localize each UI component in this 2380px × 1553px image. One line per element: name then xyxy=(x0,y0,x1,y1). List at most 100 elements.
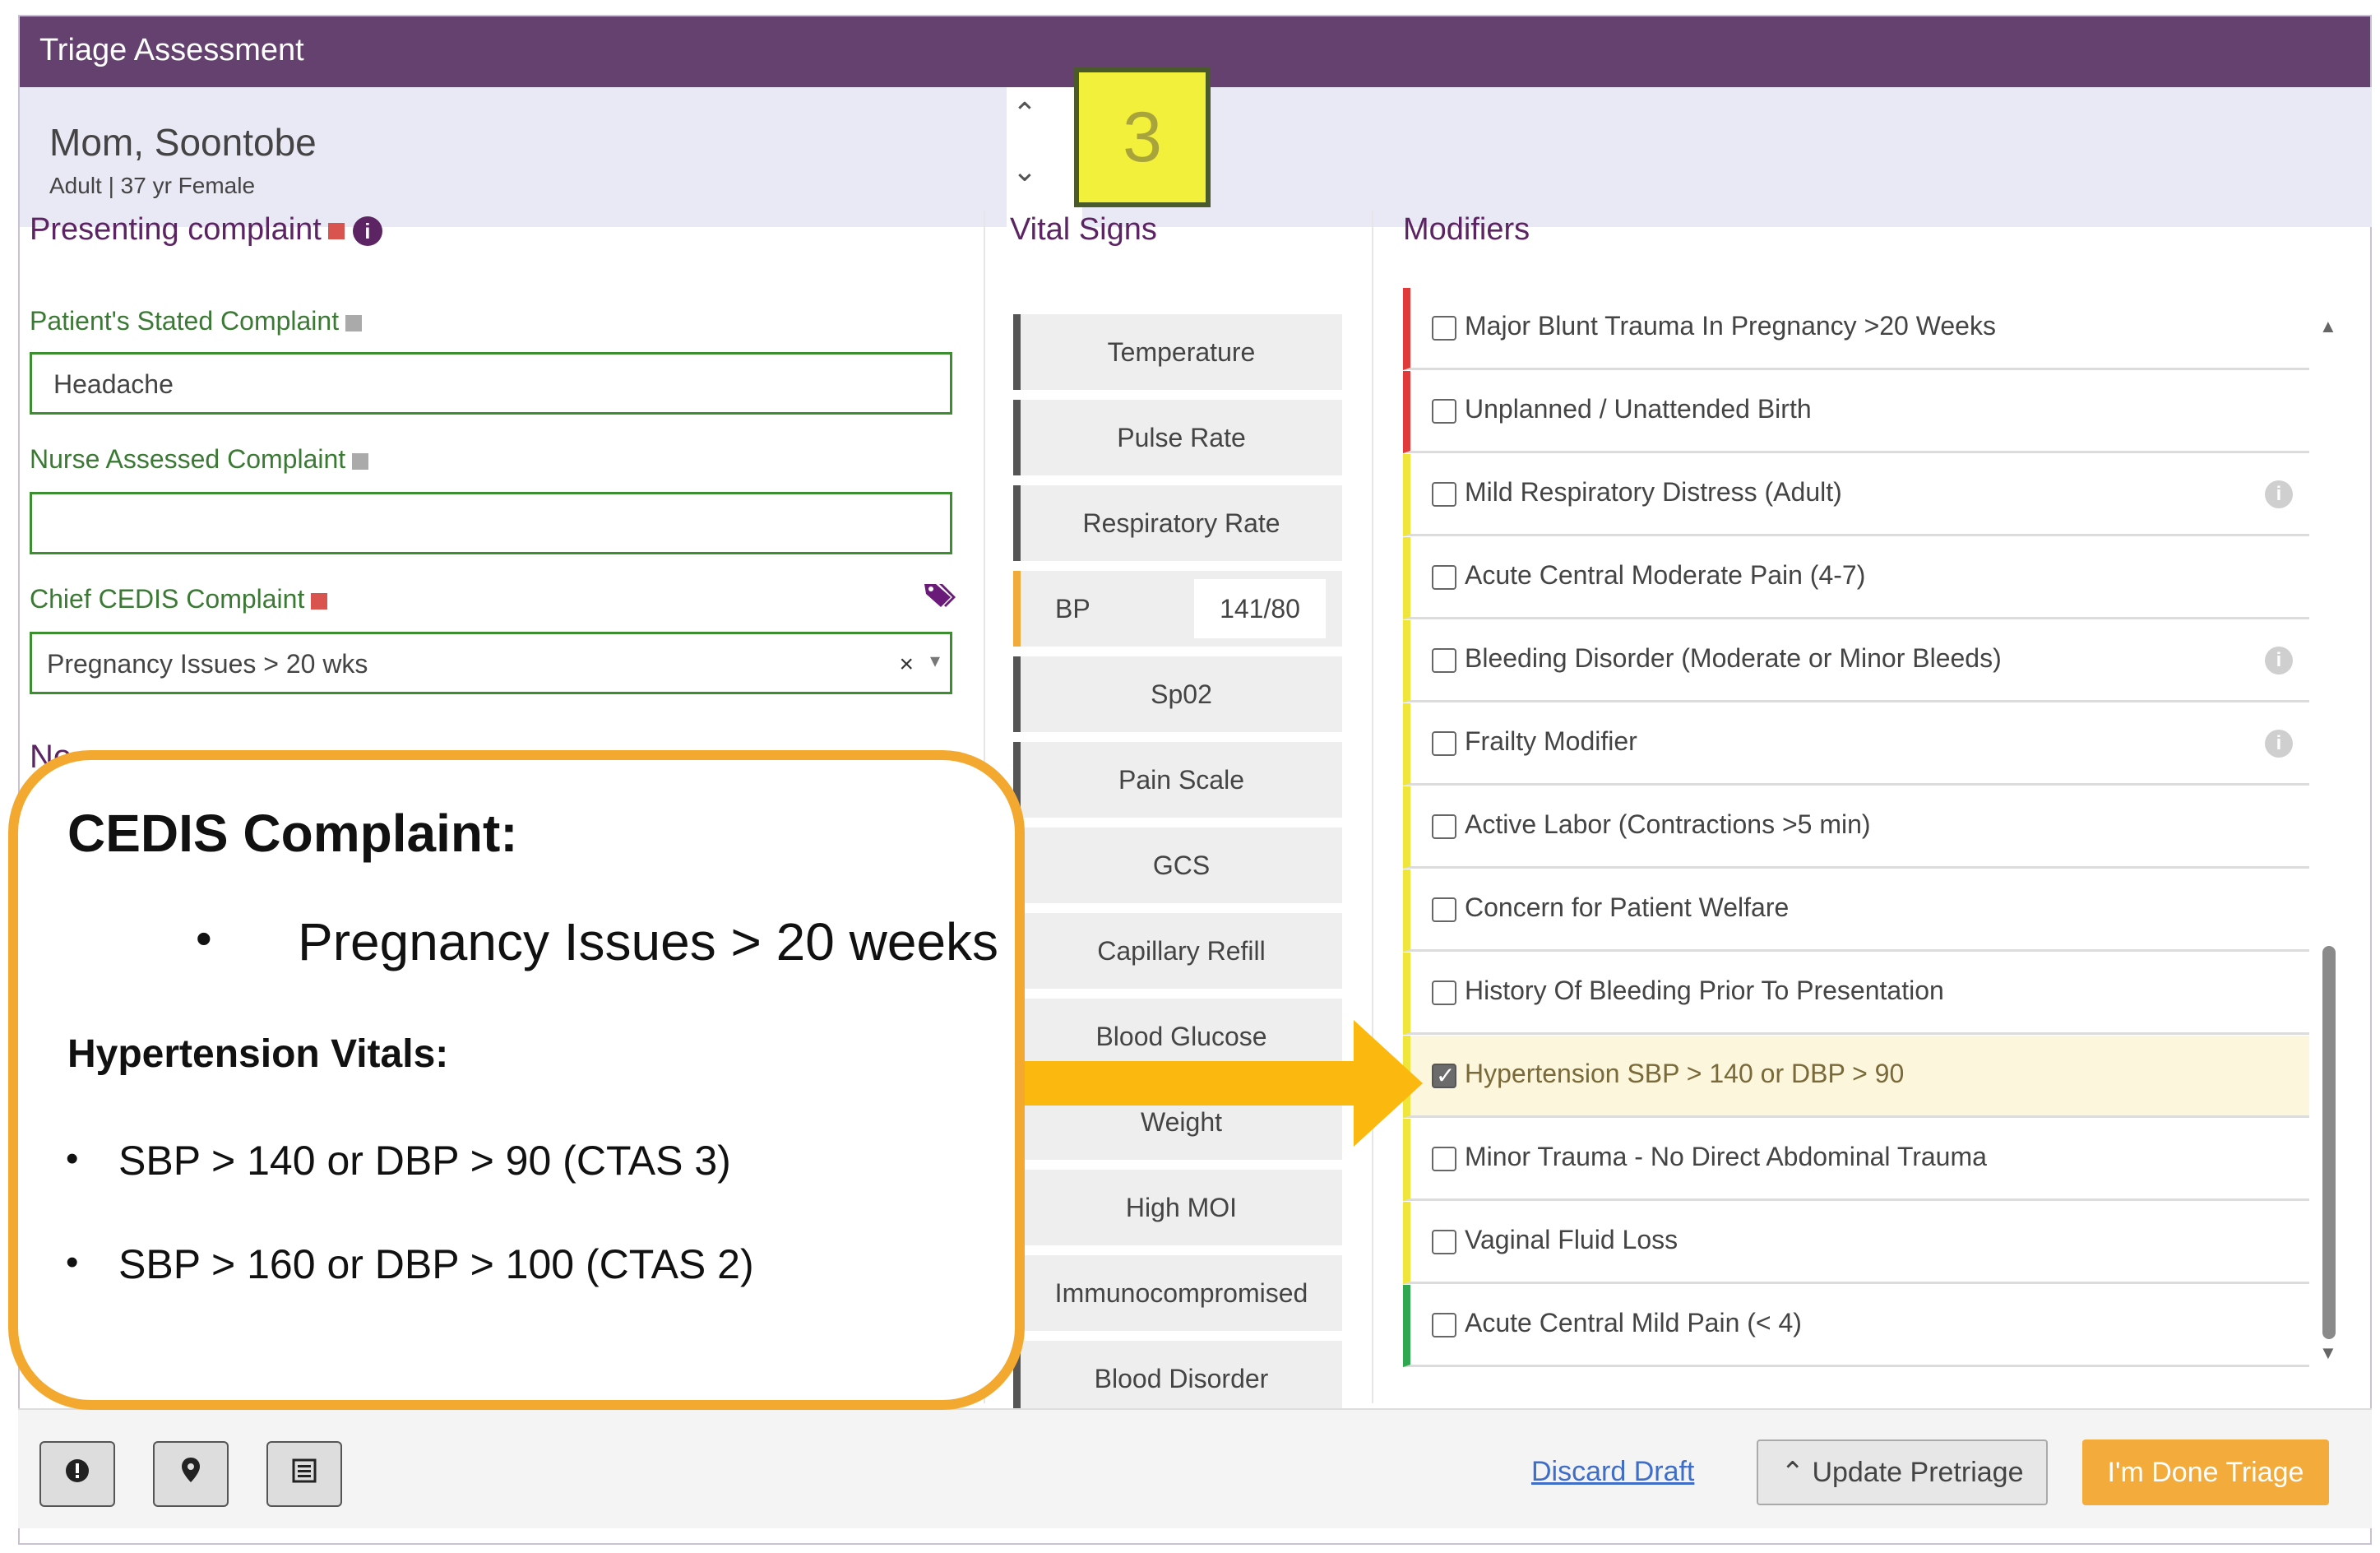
vital-sign-capillary-refill[interactable]: Capillary Refill xyxy=(1013,913,1342,989)
checkbox[interactable] xyxy=(1432,316,1456,341)
annotation-callout: CEDIS Complaint: • Pregnancy Issues > 20… xyxy=(8,750,1025,1410)
modifier-label: Acute Central Mild Pain (< 4) xyxy=(1465,1308,1802,1337)
modifier-row[interactable]: Major Blunt Trauma In Pregnancy >20 Week… xyxy=(1403,288,2309,370)
modifier-row[interactable]: Acute Central Mild Pain (< 4) xyxy=(1403,1285,2309,1367)
callout-vitals-item: SBP > 160 or DBP > 100 (CTAS 2) xyxy=(118,1241,754,1287)
presenting-complaint-heading: Presenting complaint i xyxy=(30,212,382,248)
modifier-row[interactable]: Frailty Modifier i xyxy=(1403,703,2309,786)
modifier-row[interactable]: Bleeding Disorder (Moderate or Minor Ble… xyxy=(1403,620,2309,702)
chevron-down-icon[interactable]: ⌄ xyxy=(1010,156,1040,186)
update-pretriage-button[interactable]: ⌃ Update Pretriage xyxy=(1757,1439,2048,1505)
checkbox[interactable] xyxy=(1432,482,1456,507)
checkbox-checked[interactable] xyxy=(1432,1062,1456,1089)
checkbox[interactable] xyxy=(1432,814,1456,839)
scrollbar-thumb[interactable] xyxy=(2322,946,2336,1339)
modifier-label: Concern for Patient Welfare xyxy=(1465,892,1790,922)
checkbox[interactable] xyxy=(1432,1230,1456,1254)
callout-vitals-item: SBP > 140 or DBP > 90 (CTAS 3) xyxy=(118,1138,731,1184)
alert-button[interactable] xyxy=(39,1441,115,1507)
checkbox[interactable] xyxy=(1432,731,1456,756)
vital-sign-temperature[interactable]: Temperature xyxy=(1013,314,1342,390)
caret-down-icon[interactable]: ▾ xyxy=(930,649,940,673)
checkbox[interactable] xyxy=(1432,399,1456,424)
bullet-icon: • xyxy=(196,912,212,964)
checkbox[interactable] xyxy=(1432,1147,1456,1171)
list-icon xyxy=(292,1458,317,1490)
vital-sign-blood-disorder[interactable]: Blood Disorder xyxy=(1013,1341,1342,1416)
checkbox[interactable] xyxy=(1432,980,1456,1005)
vital-sign-pain-scale[interactable]: Pain Scale xyxy=(1013,742,1342,818)
vital-sign-bp[interactable]: BP 141/80 xyxy=(1013,571,1342,647)
vital-sign-value[interactable]: 141/80 xyxy=(1194,579,1326,638)
vital-sign-sp02[interactable]: Sp02 xyxy=(1013,656,1342,732)
vital-sign-label: Immunocompromised xyxy=(1054,1278,1308,1308)
chevron-up-icon[interactable]: ⌃ xyxy=(1010,99,1040,128)
cedis-complaint-select[interactable]: Pregnancy Issues > 20 wks × ▾ xyxy=(30,632,952,694)
modifier-label: Acute Central Moderate Pain (4-7) xyxy=(1465,560,1866,590)
info-icon[interactable]: i xyxy=(352,216,382,246)
scroll-down-icon[interactable]: ▼ xyxy=(2319,1342,2337,1364)
optional-marker xyxy=(352,452,369,470)
caret-up-icon: ⌃ xyxy=(1780,1457,1813,1488)
window-title: Triage Assessment xyxy=(39,33,304,67)
info-icon[interactable]: i xyxy=(2265,730,2293,758)
discard-draft-link[interactable]: Discard Draft xyxy=(1531,1456,1694,1488)
vital-sign-label: Respiratory Rate xyxy=(1082,508,1280,538)
list-button[interactable] xyxy=(266,1441,342,1507)
nurse-complaint-input[interactable] xyxy=(30,492,952,554)
modifier-row[interactable]: Active Labor (Contractions >5 min) xyxy=(1403,786,2309,869)
callout-complaint: Pregnancy Issues > 20 weeks xyxy=(298,912,999,971)
modifier-row[interactable]: History Of Bleeding Prior To Presentatio… xyxy=(1403,953,2309,1035)
stated-complaint-input[interactable]: Headache xyxy=(30,352,952,415)
exclamation-circle-icon xyxy=(65,1458,90,1490)
vital-sign-label: High MOI xyxy=(1125,1193,1238,1222)
vital-sign-label: Sp02 xyxy=(1151,679,1212,709)
callout-title: CEDIS Complaint: xyxy=(67,804,518,863)
nurse-complaint-label: Nurse Assessed Complaint xyxy=(30,444,369,475)
checkbox[interactable] xyxy=(1432,897,1456,922)
vital-sign-label: BP xyxy=(1055,594,1090,624)
stated-complaint-label: Patient's Stated Complaint xyxy=(30,306,363,336)
vital-sign-label: Temperature xyxy=(1107,337,1256,367)
modifier-label: Hypertension SBP > 140 or DBP > 90 xyxy=(1465,1059,1905,1088)
vital-sign-immunocompromised[interactable]: Immunocompromised xyxy=(1013,1255,1342,1331)
clear-icon[interactable]: × xyxy=(899,651,914,679)
map-marker-icon xyxy=(180,1458,201,1490)
optional-marker xyxy=(345,314,363,331)
modifier-row[interactable]: Hypertension SBP > 140 or DBP > 90 xyxy=(1403,1036,2309,1118)
vital-sign-gcs[interactable]: GCS xyxy=(1013,827,1342,903)
done-triage-button[interactable]: I'm Done Triage xyxy=(2082,1439,2329,1505)
checkbox[interactable] xyxy=(1432,648,1456,673)
modifier-label: Frailty Modifier xyxy=(1465,726,1637,756)
checkbox[interactable] xyxy=(1432,1313,1456,1337)
vital-signs-heading: Vital Signs xyxy=(1010,212,1157,247)
tags-icon[interactable] xyxy=(923,581,957,620)
footer-bar: Discard Draft ⌃ Update Pretriage I'm Don… xyxy=(18,1408,2372,1528)
bullet-icon: • xyxy=(66,1138,79,1179)
required-marker xyxy=(311,592,328,610)
modifier-row[interactable]: Acute Central Moderate Pain (4-7) xyxy=(1403,537,2309,619)
modifier-row[interactable]: Vaginal Fluid Loss xyxy=(1403,1202,2309,1284)
modifier-label: Active Labor (Contractions >5 min) xyxy=(1465,809,1871,839)
scroll-up-icon[interactable]: ▲ xyxy=(2319,316,2337,337)
stated-complaint-value: Headache xyxy=(53,369,174,399)
presenting-complaint-title: Presenting complaint xyxy=(30,212,322,247)
modifier-row[interactable]: Minor Trauma - No Direct Abdominal Traum… xyxy=(1403,1119,2309,1201)
vital-sign-label: Pulse Rate xyxy=(1117,423,1246,452)
modifier-label: Mild Respiratory Distress (Adult) xyxy=(1465,477,1842,507)
modifier-row[interactable]: Unplanned / Unattended Birth xyxy=(1403,371,2309,453)
location-button[interactable] xyxy=(153,1441,229,1507)
modifier-row[interactable]: Concern for Patient Welfare xyxy=(1403,869,2309,952)
vital-sign-high-moi[interactable]: High MOI xyxy=(1013,1170,1342,1245)
modifier-label: Vaginal Fluid Loss xyxy=(1465,1225,1679,1254)
cedis-complaint-value: Pregnancy Issues > 20 wks xyxy=(47,649,368,679)
info-icon[interactable]: i xyxy=(2265,480,2293,508)
vital-sign-respiratory-rate[interactable]: Respiratory Rate xyxy=(1013,485,1342,561)
callout-arrow xyxy=(1025,1020,1423,1147)
modifier-row[interactable]: Mild Respiratory Distress (Adult) i xyxy=(1403,454,2309,536)
modifiers-heading: Modifiers xyxy=(1403,212,1530,247)
checkbox[interactable] xyxy=(1432,565,1456,590)
info-icon[interactable]: i xyxy=(2265,647,2293,675)
vital-sign-pulse-rate[interactable]: Pulse Rate xyxy=(1013,400,1342,475)
modifier-label: Unplanned / Unattended Birth xyxy=(1465,394,1812,424)
